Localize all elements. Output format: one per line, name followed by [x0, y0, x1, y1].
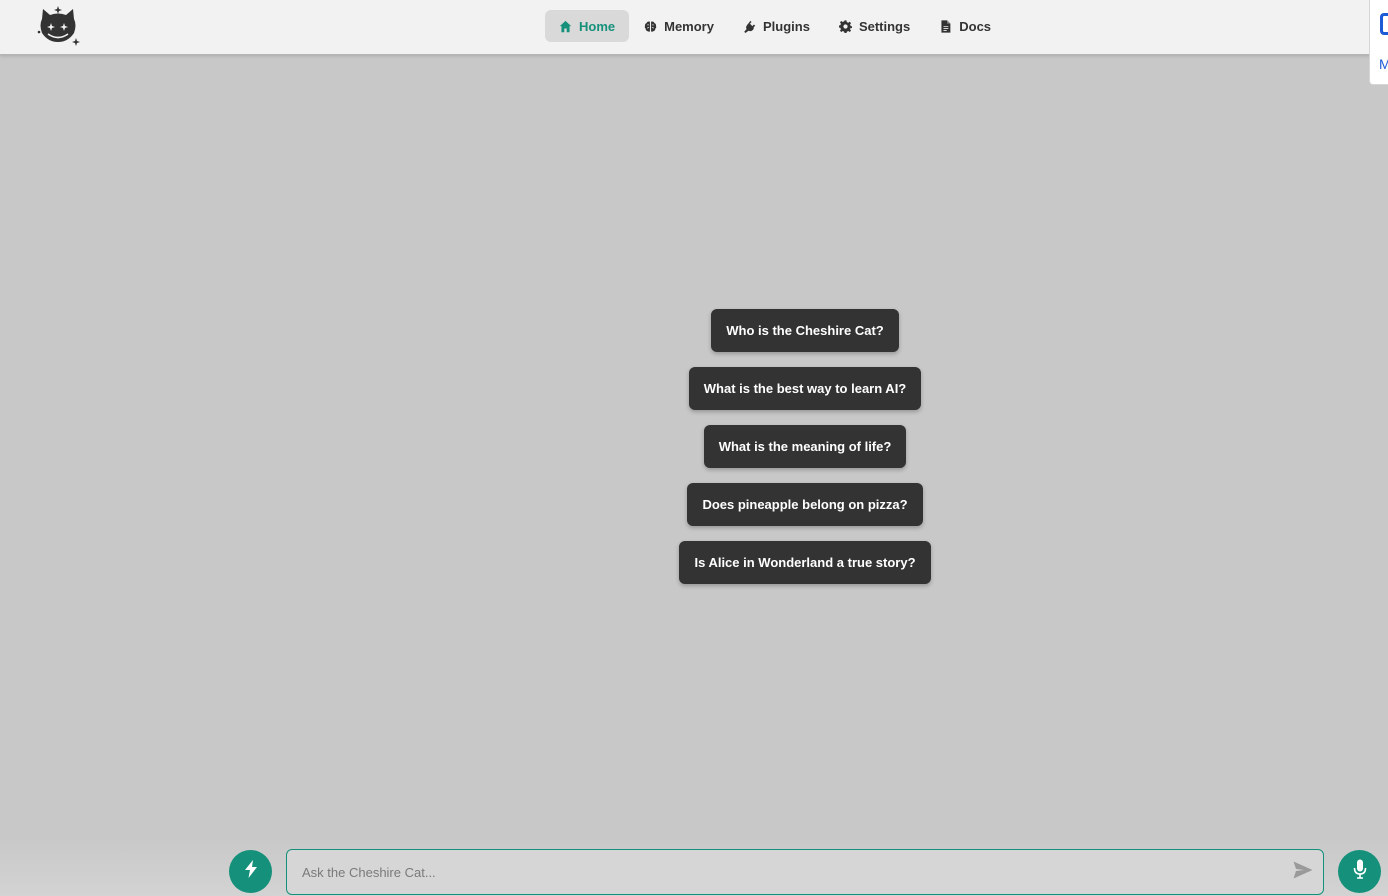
bolt-icon	[243, 860, 259, 883]
nav-settings-label: Settings	[858, 18, 911, 34]
document-icon	[939, 19, 952, 33]
microphone-icon	[1353, 859, 1367, 884]
chat-input[interactable]	[288, 851, 1268, 893]
plug-icon	[743, 20, 756, 33]
suggestion-list: Who is the Cheshire Cat? What is the bes…	[0, 309, 1388, 584]
nav-home-label: Home	[579, 18, 616, 34]
suggestion-button[interactable]: Does pineapple belong on pizza?	[687, 483, 923, 526]
suggestion-button[interactable]: What is the meaning of life?	[703, 425, 907, 468]
nav-docs-label: Docs	[959, 18, 992, 34]
send-button[interactable]	[1291, 861, 1315, 883]
nav-memory-label: Memory	[664, 18, 714, 34]
side-panel-edge[interactable]: M	[1369, 0, 1388, 85]
nav-plugins-label: Plugins	[762, 18, 810, 34]
panel-icon	[1380, 13, 1388, 35]
suggestion-button[interactable]: Who is the Cheshire Cat?	[711, 309, 899, 352]
send-icon	[1293, 861, 1313, 884]
nav-settings[interactable]: Settings	[825, 10, 924, 42]
nav-home[interactable]: Home	[545, 10, 630, 42]
microphone-button[interactable]	[1338, 850, 1381, 893]
gear-icon	[838, 19, 852, 33]
chat-input-container	[286, 849, 1324, 895]
main-nav: Home Memory Plugins Settings Docs	[545, 10, 1006, 42]
nav-plugins[interactable]: Plugins	[729, 10, 824, 42]
nav-docs[interactable]: Docs	[925, 10, 1005, 42]
quick-actions-button[interactable]	[229, 850, 272, 893]
suggestion-button[interactable]: Is Alice in Wonderland a true story?	[679, 541, 931, 584]
side-panel-text: M	[1379, 56, 1388, 72]
brain-icon	[644, 20, 657, 33]
nav-memory[interactable]: Memory	[630, 10, 728, 42]
home-icon	[559, 20, 572, 33]
suggestion-button[interactable]: What is the best way to learn AI?	[688, 367, 922, 410]
top-navbar: Home Memory Plugins Settings Docs	[0, 0, 1388, 55]
cheshire-cat-logo-icon[interactable]	[36, 5, 82, 47]
